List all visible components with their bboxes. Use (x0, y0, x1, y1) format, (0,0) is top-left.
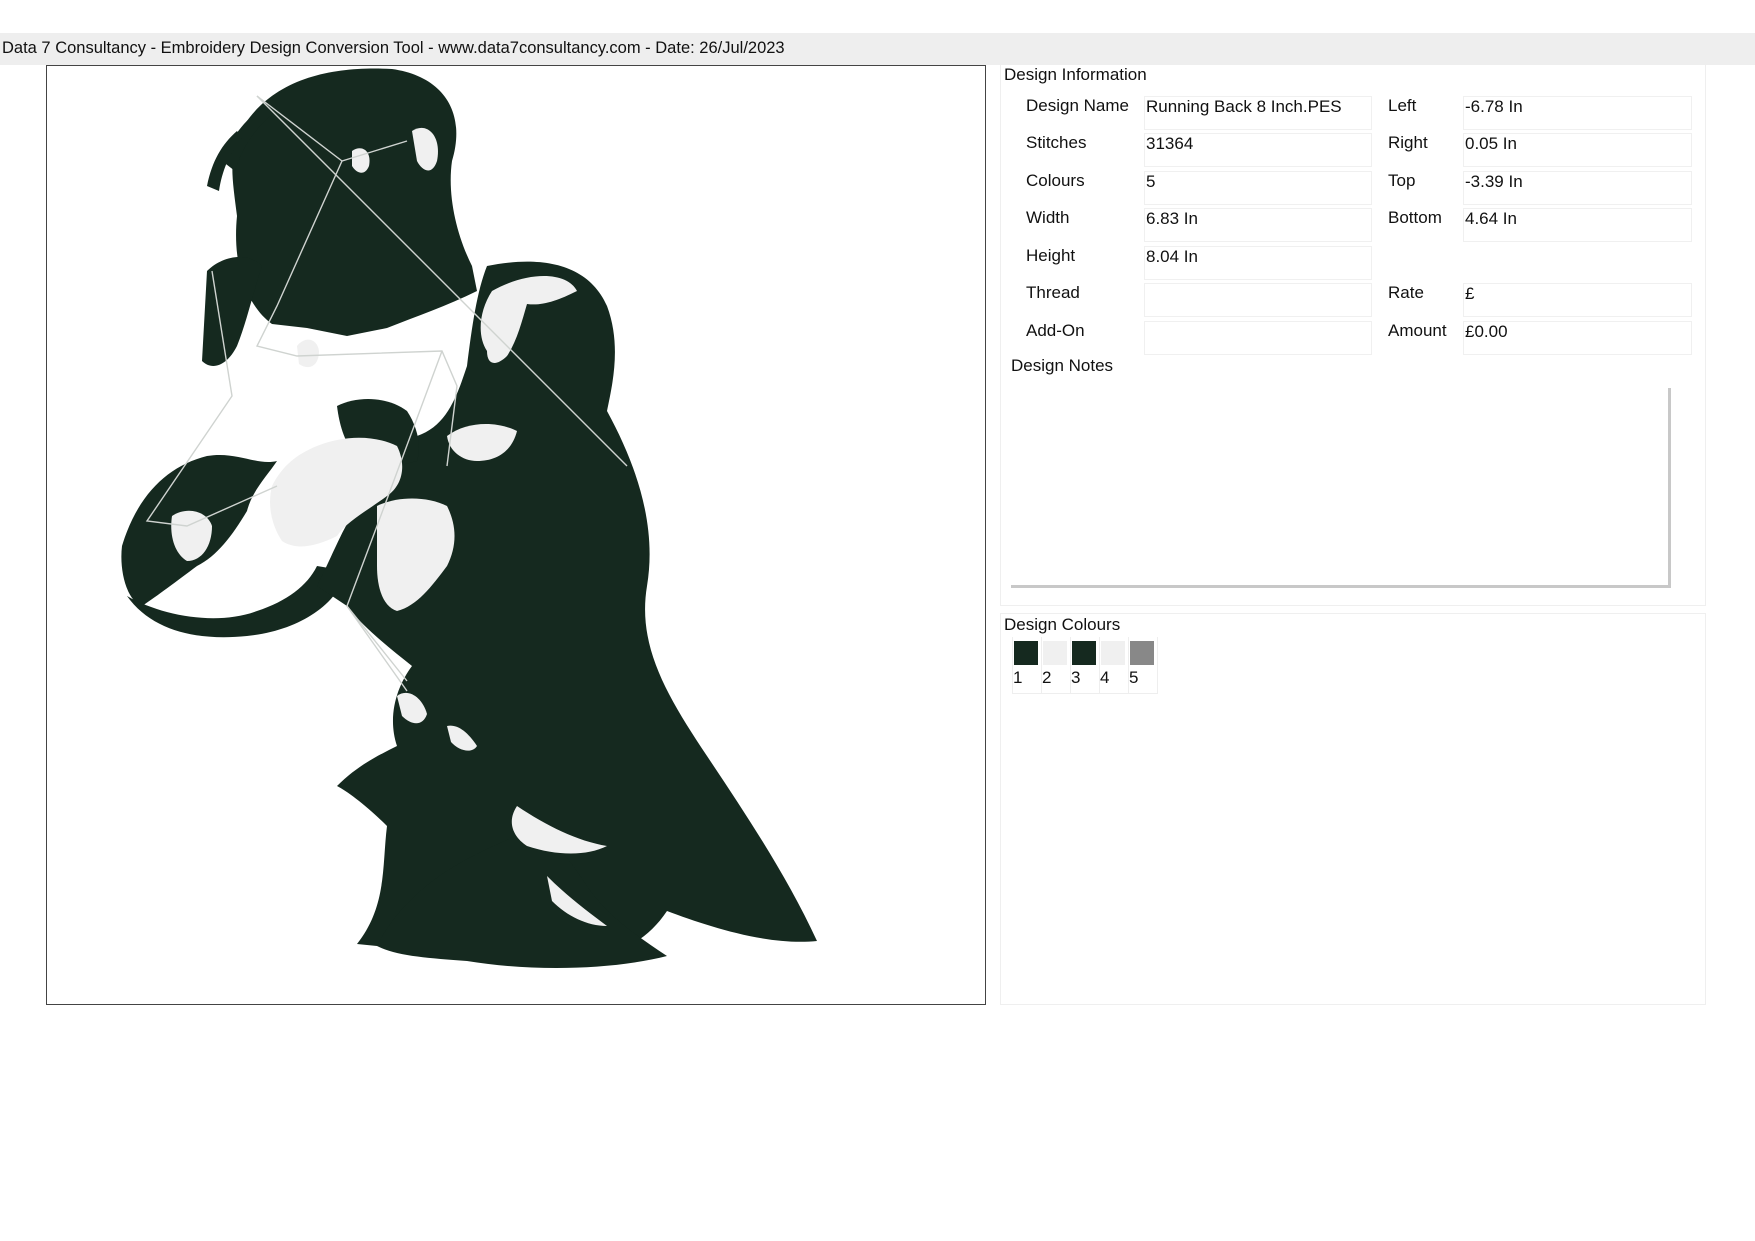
design-notes-textarea[interactable] (1011, 388, 1671, 588)
colour-swatch (1130, 641, 1154, 665)
amount-field[interactable]: £0.00 (1463, 321, 1692, 355)
colour-swatch-number: 1 (1013, 668, 1023, 687)
colour-swatch-cell: 3 (1070, 637, 1099, 693)
top-label: Top (1388, 171, 1416, 190)
colour-swatch (1043, 641, 1067, 665)
add-on-field[interactable] (1144, 321, 1372, 355)
width-label: Width (1026, 208, 1070, 227)
height-field[interactable]: 8.04 In (1144, 246, 1372, 280)
amount-label: Amount (1388, 321, 1447, 340)
design-colours-panel: Design Colours 1 2 3 4 5 (1000, 613, 1706, 1005)
colour-swatch-table: 1 2 3 4 5 (1012, 637, 1158, 694)
colours-label: Colours (1026, 171, 1085, 190)
colour-swatch (1014, 641, 1038, 665)
embroidery-design-image (121, 68, 817, 968)
rate-label: Rate (1388, 283, 1424, 302)
design-preview-canvas (46, 65, 986, 1005)
design-notes-label: Design Notes (1011, 356, 1114, 375)
add-on-label: Add-On (1026, 321, 1085, 340)
stitches-field[interactable]: 31364 (1144, 133, 1372, 167)
colour-swatch (1101, 641, 1125, 665)
left-field[interactable]: -6.78 In (1463, 96, 1692, 130)
colour-swatch-number: 3 (1071, 668, 1081, 687)
left-label: Left (1388, 96, 1417, 115)
colour-swatch-cell: 4 (1099, 637, 1128, 693)
rate-field[interactable]: £ (1463, 283, 1692, 317)
colour-swatch-cell: 1 (1012, 637, 1041, 693)
colour-swatch-cell: 2 (1041, 637, 1070, 693)
colour-swatch (1072, 641, 1096, 665)
stitches-label: Stitches (1026, 133, 1087, 152)
app-title: Data 7 Consultancy - Embroidery Design C… (2, 39, 785, 57)
bottom-field[interactable]: 4.64 In (1463, 208, 1692, 242)
colour-swatch-cell: 5 (1128, 637, 1157, 693)
design-name-label: Design Name (1026, 96, 1129, 115)
width-field[interactable]: 6.83 In (1144, 208, 1372, 242)
design-information-heading: Design Information (1004, 65, 1147, 84)
right-label: Right (1388, 133, 1428, 152)
design-name-field[interactable]: Running Back 8 Inch.PES (1144, 96, 1372, 130)
colour-swatch-number: 4 (1100, 668, 1110, 687)
colours-field[interactable]: 5 (1144, 171, 1372, 205)
design-colours-heading: Design Colours (1004, 615, 1121, 634)
player-silhouette (121, 68, 817, 968)
design-information-panel: Design Information Design Name Running B… (1000, 65, 1706, 606)
colour-swatch-number: 2 (1042, 668, 1052, 687)
top-field[interactable]: -3.39 In (1463, 171, 1692, 205)
height-label: Height (1026, 246, 1076, 265)
thread-field[interactable] (1144, 283, 1372, 317)
bottom-label: Bottom (1388, 208, 1442, 227)
title-bar: Data 7 Consultancy - Embroidery Design C… (0, 33, 1755, 65)
thread-label: Thread (1026, 283, 1080, 302)
colour-swatch-number: 5 (1129, 668, 1139, 687)
right-field[interactable]: 0.05 In (1463, 133, 1692, 167)
